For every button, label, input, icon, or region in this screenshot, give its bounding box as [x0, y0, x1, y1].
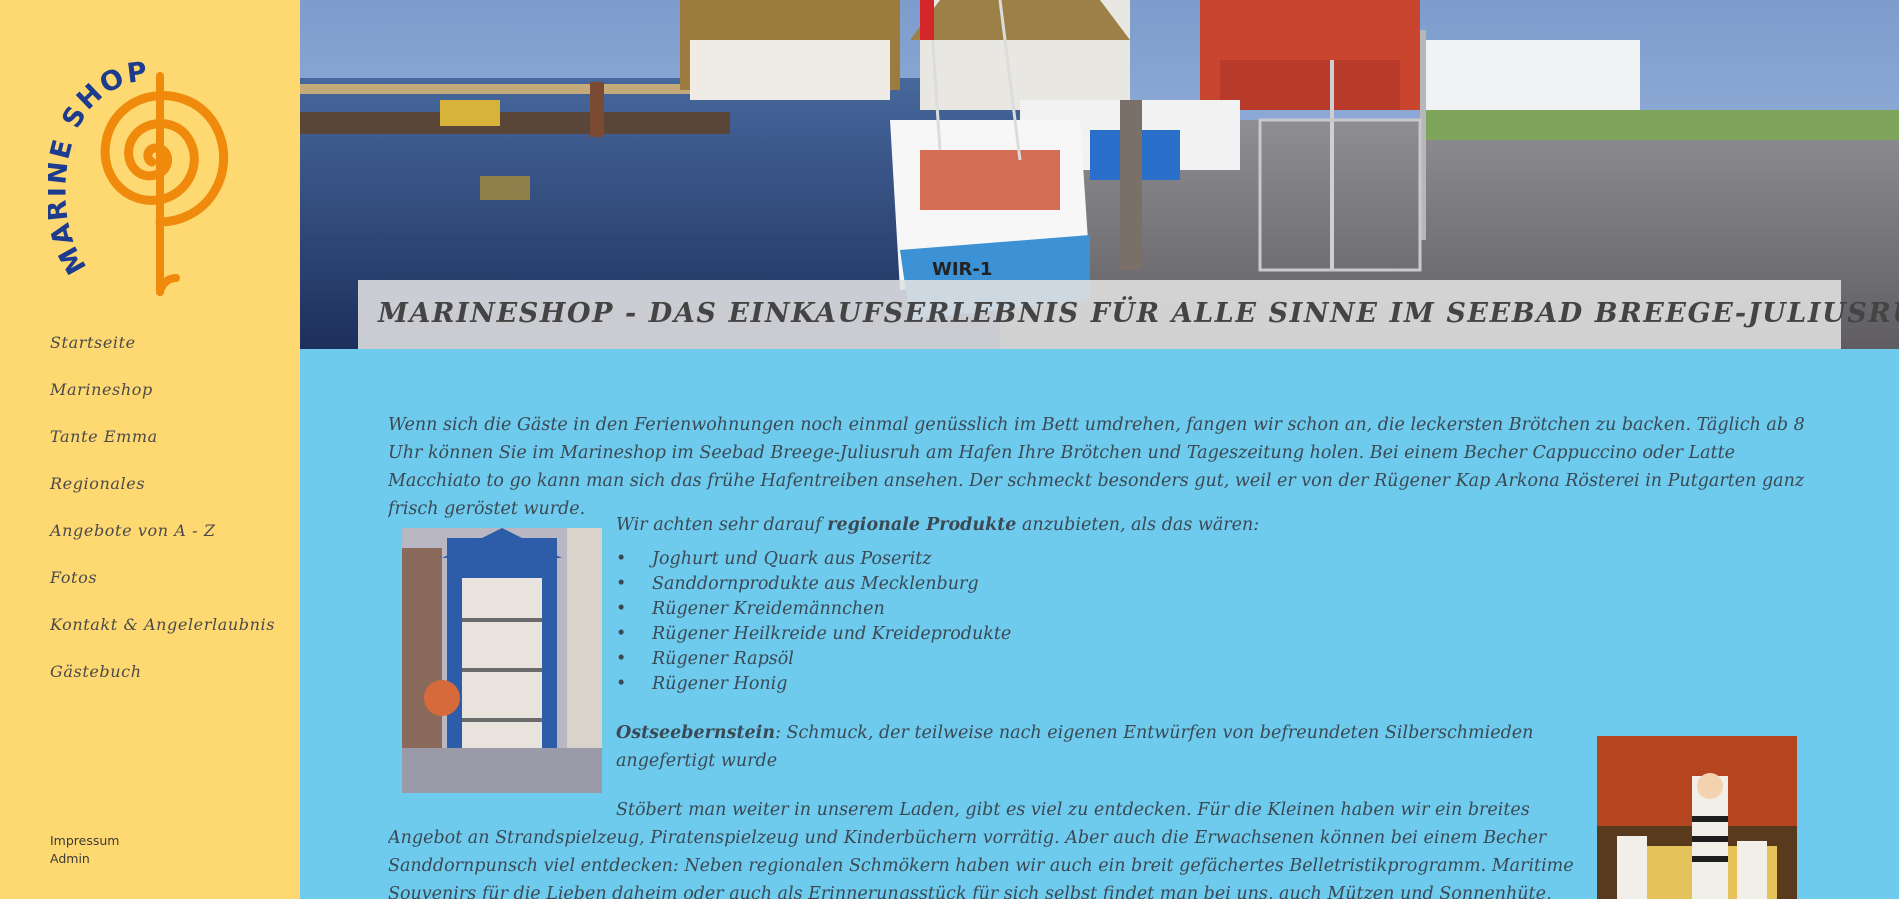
hero-title-bar: MARINESHOP - DAS EINKAUFSERLEBNIS FÜR AL… — [358, 280, 1899, 349]
nav-item-regionales[interactable]: Regionales — [50, 474, 145, 493]
amber-emphasis: Ostseebernstein — [616, 723, 776, 743]
shopping-paragraph: Stöbert man weiter in unserem Laden, gib… — [388, 800, 1574, 899]
nav-item-fotos[interactable]: Fotos — [50, 568, 97, 587]
list-item: Rügener Rapsöl — [616, 647, 1596, 672]
shop-shelf-photo — [402, 528, 602, 793]
regional-emphasis: regionale Produkte — [827, 515, 1017, 535]
page-title: MARINESHOP - DAS EINKAUFSERLEBNIS FÜR AL… — [378, 298, 1899, 329]
list-item: Joghurt und Quark aus Poseritz — [616, 547, 1596, 572]
nav-item-marineshop[interactable]: Marineshop — [50, 380, 153, 399]
amber-paragraph: Ostseebernstein: Schmuck, der teilweise … — [616, 723, 1534, 771]
regional-intro: Wir achten sehr darauf regionale Produkt… — [616, 515, 1260, 535]
sailor-figures-photo — [1597, 736, 1797, 899]
nav-item-angebote[interactable]: Angebote von A - Z — [50, 521, 216, 540]
list-item: Rügener Kreidemännchen — [616, 597, 1596, 622]
impressum-link[interactable]: Impressum — [50, 832, 119, 850]
nav-item-tante-emma[interactable]: Tante Emma — [50, 427, 158, 446]
product-list: Joghurt und Quark aus Poseritz Sanddornp… — [616, 547, 1596, 697]
intro-paragraph: Wenn sich die Gäste in den Ferienwohnung… — [388, 415, 1805, 519]
marine-shop-logo: MARINE SHOP — [48, 56, 229, 296]
regional-products-block: Wir achten sehr darauf regionale Produkt… — [616, 511, 1596, 697]
list-item: Sanddornprodukte aus Mecklenburg — [616, 572, 1596, 597]
admin-link[interactable]: Admin — [50, 850, 119, 868]
nav-item-startseite[interactable]: Startseite — [50, 333, 136, 352]
list-item: Rügener Honig — [616, 672, 1596, 697]
footer-links: Impressum Admin — [50, 832, 119, 868]
list-item: Rügener Heilkreide und Kreideprodukte — [616, 622, 1596, 647]
main-nav: Startseite Marineshop Tante Emma Regiona… — [50, 333, 275, 709]
boat-label: WIR-1 — [932, 259, 992, 280]
main-content: Wenn sich die Gäste in den Ferienwohnung… — [388, 349, 1808, 899]
nav-item-kontakt[interactable]: Kontakt & Angelerlaubnis — [50, 615, 275, 634]
hero-banner: WIR-1 MARINESHOP - DAS EINKAUFSERLEBNIS … — [300, 0, 1899, 349]
nav-item-gaestebuch[interactable]: Gästebuch — [50, 662, 142, 681]
sidebar: MARINE SHOP Startseite Marineshop Tante … — [0, 0, 300, 899]
